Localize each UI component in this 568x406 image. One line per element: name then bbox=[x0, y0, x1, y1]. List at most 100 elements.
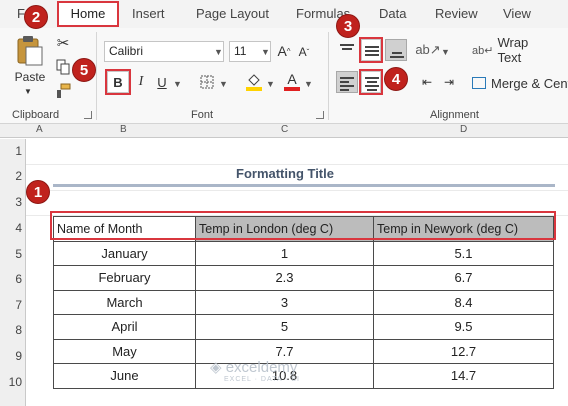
row-header-2[interactable]: 2 bbox=[0, 169, 26, 185]
table-row: January 1 5.1 bbox=[53, 240, 554, 266]
copy-icon[interactable] bbox=[54, 58, 72, 76]
column-header-a[interactable]: A bbox=[36, 124, 43, 136]
title-underline bbox=[53, 184, 555, 187]
paste-button[interactable] bbox=[14, 34, 46, 68]
exceldemy-watermark: ◈ exceldemy EXCEL · DATA · BI bbox=[210, 358, 300, 383]
column-header-d[interactable]: D bbox=[460, 124, 467, 136]
month-cell[interactable]: March bbox=[53, 289, 196, 315]
watermark-logo-icon: ◈ bbox=[210, 359, 226, 376]
center-align-button[interactable] bbox=[359, 69, 383, 95]
step-badge-1: 1 bbox=[26, 180, 50, 204]
center-align-icon bbox=[365, 76, 379, 91]
header-cell-london[interactable]: Temp in London (deg C) bbox=[195, 216, 374, 242]
newyork-cell[interactable]: 8.4 bbox=[373, 289, 554, 315]
wrap-text-button[interactable]: ab↵ Wrap Text bbox=[472, 35, 552, 65]
paste-label[interactable]: Paste bbox=[10, 70, 50, 84]
format-painter-icon[interactable] bbox=[54, 82, 72, 100]
middle-align-icon bbox=[365, 44, 379, 58]
middle-align-button[interactable] bbox=[359, 37, 383, 63]
row-header-6[interactable]: 6 bbox=[0, 272, 26, 288]
month-cell[interactable]: April bbox=[53, 314, 196, 340]
london-cell[interactable]: 5 bbox=[195, 314, 374, 340]
font-color-bar bbox=[284, 87, 300, 91]
column-header-b[interactable]: B bbox=[120, 124, 127, 136]
paste-dropdown-chevron-icon[interactable]: ▼ bbox=[22, 86, 34, 96]
row-header-9[interactable]: 9 bbox=[0, 349, 26, 365]
london-cell[interactable]: 2.3 bbox=[195, 265, 374, 291]
font-launcher-icon[interactable] bbox=[316, 111, 324, 119]
grow-font-button[interactable]: A ^ bbox=[275, 41, 293, 61]
row-header-7[interactable]: 7 bbox=[0, 298, 26, 314]
table-row: February 2.3 6.7 bbox=[53, 265, 554, 291]
italic-button[interactable]: I bbox=[132, 71, 150, 93]
group-separator bbox=[328, 32, 329, 120]
merge-center-button[interactable]: Merge & Cente bbox=[472, 73, 568, 93]
table-row: June 10.8 14.7 bbox=[53, 363, 554, 389]
fill-color-button[interactable] bbox=[245, 71, 263, 93]
newyork-cell[interactable]: 5.1 bbox=[373, 240, 554, 266]
tab-insert[interactable]: Insert bbox=[132, 0, 165, 28]
newyork-cell[interactable]: 12.7 bbox=[373, 338, 554, 364]
step-badge-3: 3 bbox=[336, 14, 360, 38]
tab-review[interactable]: Review bbox=[435, 0, 478, 28]
align-left-button[interactable] bbox=[336, 71, 358, 93]
tab-data[interactable]: Data bbox=[379, 0, 406, 28]
underline-chevron-icon[interactable]: ▼ bbox=[173, 79, 182, 89]
decrease-indent-button[interactable]: ⇤ bbox=[418, 73, 436, 91]
font-name-chevron-icon[interactable]: ▼ bbox=[214, 47, 223, 57]
table-header-row: Name of Month Temp in London (deg C) Tem… bbox=[53, 216, 554, 242]
month-cell[interactable]: June bbox=[53, 363, 196, 389]
top-align-icon bbox=[340, 44, 354, 56]
orientation-icon: ab↗ bbox=[415, 42, 441, 57]
font-color-chevron-icon[interactable]: ▼ bbox=[304, 79, 313, 89]
borders-icon bbox=[200, 75, 214, 89]
row-header-3[interactable]: 3 bbox=[0, 195, 26, 211]
month-cell[interactable]: May bbox=[53, 338, 196, 364]
increase-indent-button[interactable]: ⇥ bbox=[440, 73, 458, 91]
row-header-10[interactable]: 10 bbox=[0, 375, 26, 391]
watermark-tagline: EXCEL · DATA · BI bbox=[224, 376, 300, 383]
row-header-5[interactable]: 5 bbox=[0, 247, 26, 263]
font-color-button[interactable]: A bbox=[283, 69, 301, 93]
month-cell[interactable]: January bbox=[53, 240, 196, 266]
tab-view[interactable]: View bbox=[503, 0, 531, 28]
tab-home[interactable]: Home bbox=[57, 1, 119, 27]
row-header-4[interactable]: 4 bbox=[0, 221, 26, 237]
orientation-chevron-icon[interactable]: ▼ bbox=[441, 47, 450, 57]
font-group-label: Font bbox=[191, 109, 214, 121]
newyork-cell[interactable]: 6.7 bbox=[373, 265, 554, 291]
sheet-title[interactable]: Formatting Title bbox=[195, 166, 375, 181]
header-cell-month[interactable]: Name of Month bbox=[53, 216, 196, 242]
font-size-chevron-icon[interactable]: ▼ bbox=[261, 47, 270, 57]
newyork-cell[interactable]: 9.5 bbox=[373, 314, 554, 340]
london-cell[interactable]: 3 bbox=[195, 289, 374, 315]
increase-indent-icon: ⇥ bbox=[443, 75, 455, 89]
underline-button[interactable]: U bbox=[153, 71, 171, 93]
bold-button[interactable]: B bbox=[105, 69, 131, 95]
wrap-text-label: Wrap Text bbox=[497, 35, 529, 65]
row-header-1[interactable]: 1 bbox=[0, 144, 26, 160]
cut-icon[interactable]: ✂ bbox=[54, 34, 72, 52]
top-align-button[interactable] bbox=[337, 40, 357, 60]
bottom-align-button[interactable] bbox=[385, 39, 407, 61]
borders-button[interactable] bbox=[198, 73, 216, 91]
month-cell[interactable]: February bbox=[53, 265, 196, 291]
orientation-button[interactable]: ab↗ bbox=[415, 40, 441, 60]
font-name-select[interactable]: Calibri bbox=[104, 41, 224, 62]
column-header-c[interactable]: C bbox=[281, 124, 288, 136]
fill-color-chevron-icon[interactable]: ▼ bbox=[266, 79, 275, 89]
paste-icon bbox=[17, 36, 43, 66]
header-cell-newyork[interactable]: Temp in Newyork (deg C) bbox=[373, 216, 554, 242]
row-header-8[interactable]: 8 bbox=[0, 323, 26, 339]
align-left-icon bbox=[340, 76, 354, 91]
step-badge-2: 2 bbox=[24, 5, 48, 29]
shrink-font-button[interactable]: Aˇ bbox=[296, 43, 312, 61]
group-separator bbox=[96, 32, 97, 120]
newyork-cell[interactable]: 14.7 bbox=[373, 363, 554, 389]
borders-chevron-icon[interactable]: ▼ bbox=[219, 79, 228, 89]
alignment-group-label: Alignment bbox=[430, 109, 479, 121]
clipboard-launcher-icon[interactable] bbox=[84, 111, 92, 119]
london-cell[interactable]: 1 bbox=[195, 240, 374, 266]
ribbon-tabs: F Home Insert Page Layout Formulas Data … bbox=[0, 0, 568, 28]
tab-page-layout[interactable]: Page Layout bbox=[196, 0, 269, 28]
